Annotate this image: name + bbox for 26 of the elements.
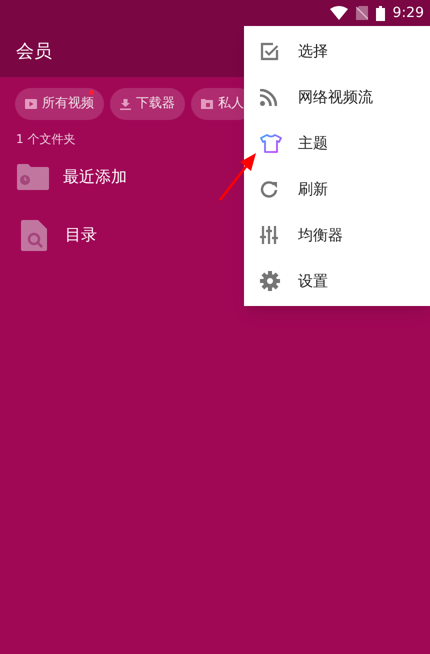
menu-item[interactable]: 主题 bbox=[244, 120, 430, 166]
no-sim-icon bbox=[356, 6, 368, 20]
download-icon bbox=[120, 98, 131, 110]
filter-chip[interactable]: 所有视频 bbox=[15, 88, 104, 120]
equalizer-icon bbox=[260, 226, 278, 244]
lock-folder-icon bbox=[201, 99, 213, 109]
rss-icon bbox=[260, 88, 277, 106]
play-icon bbox=[25, 99, 37, 109]
menu-item[interactable]: 刷新 bbox=[244, 166, 430, 212]
filter-chip[interactable]: 下载器 bbox=[110, 88, 185, 120]
refresh-icon bbox=[260, 180, 278, 198]
file-search-icon bbox=[21, 220, 47, 250]
folder-count: 1 个文件夹 bbox=[16, 131, 76, 148]
menu-item[interactable]: 设置 bbox=[244, 258, 430, 304]
menu-item[interactable]: 选择 bbox=[244, 28, 430, 74]
status-time: 9:29 bbox=[392, 4, 424, 22]
folder-icon bbox=[17, 164, 49, 190]
app-title: 会员 bbox=[16, 40, 52, 64]
menu-item[interactable]: 网络视频流 bbox=[244, 74, 430, 120]
arrow-drawing bbox=[218, 152, 258, 202]
menu-item[interactable]: 均衡器 bbox=[244, 212, 430, 258]
wifi-icon bbox=[330, 6, 348, 20]
battery-icon bbox=[376, 6, 385, 20]
settings-icon bbox=[260, 271, 280, 291]
checkbox-icon bbox=[260, 42, 279, 60]
t-shirt-icon bbox=[260, 134, 282, 152]
